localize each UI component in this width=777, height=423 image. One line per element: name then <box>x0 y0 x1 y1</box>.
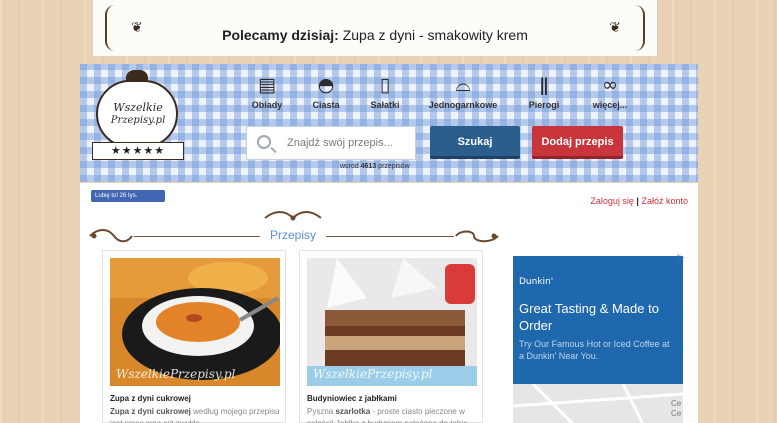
category-label: Jednogarnkowe <box>428 100 498 110</box>
recipe-count-number: 4613 <box>360 163 377 170</box>
photo-watermark: WszelkiePrzepisy.pl <box>313 367 433 381</box>
category-jednogarnkowe[interactable]: ⌓ Jednogarnkowe <box>425 74 501 110</box>
map-label: Ce <box>671 399 682 408</box>
ad-subtext: Try Our Famous Hot or Iced Coffee at a D… <box>519 339 670 361</box>
oven-icon: ▤ <box>258 74 276 96</box>
recipe-desc: Pyszna szarlotka - proste ciasto pieczon… <box>307 406 477 423</box>
ad-choices-icon[interactable]: ▷ <box>676 252 686 262</box>
recipe-photo[interactable]: WszelkiePrzepisy.pl <box>110 258 280 386</box>
recipe-card[interactable]: WszelkiePrzepisy.pl Budyniowiec z jabłka… <box>299 250 483 423</box>
category-wiecej[interactable]: ∞ więcej... <box>572 74 648 110</box>
recommend-text: Polecamy dzisiaj: Zupa z dyni - smakowit… <box>93 27 657 43</box>
ad-headline[interactable]: Great Tasting & Made to Order <box>519 300 677 334</box>
recipe-title[interactable]: Budyniowiec z jabłkami <box>307 394 397 403</box>
recipe-desc-bold: Zupa z dyni cukrowej <box>110 407 191 416</box>
map-roads: Ce Ce <box>513 382 683 423</box>
recipe-desc-bold: szarlotka <box>335 407 371 416</box>
ad-map[interactable]: Ce Ce <box>513 382 683 423</box>
category-pierogi[interactable]: ǁ Pierogi <box>506 74 582 110</box>
search-input[interactable] <box>287 133 411 153</box>
logo-line1: Wszelkie <box>113 101 163 114</box>
ad-brand: Dunkin' <box>519 277 554 287</box>
recipe-title[interactable]: Zupa z dyni cukrowej <box>110 394 191 403</box>
site-logo[interactable]: Wszelkie Przepisy.pl ★★★★★ <box>90 70 186 166</box>
recipe-desc: Zupa z dyni cukrowej według mojego przep… <box>110 406 280 423</box>
login-link[interactable]: Zaloguj się <box>590 196 634 206</box>
register-link[interactable]: Załóż konto <box>641 196 688 206</box>
recipe-photo[interactable]: WszelkiePrzepisy.pl <box>307 258 477 386</box>
auth-separator: | <box>636 196 639 206</box>
photo-watermark: WszelkiePrzepisy.pl <box>116 367 236 381</box>
category-label: Pierogi <box>528 100 560 110</box>
recommend-recipe-link[interactable]: Zupa z dyni - smakowity krem <box>343 27 528 43</box>
facebook-like-button[interactable]: Lubię to! 26 tys. <box>91 190 165 202</box>
search-icon <box>257 135 271 149</box>
logo-badge <box>96 80 178 148</box>
bicycle-icon: ∞ <box>602 74 618 96</box>
map-label: Ce <box>671 409 682 418</box>
facebook-like-label: Lubię to! 26 tys. <box>95 193 138 199</box>
category-label: Sałatki <box>370 100 400 110</box>
section-divider-right <box>326 236 454 237</box>
left-scroll-ornament-icon <box>89 229 133 243</box>
logo-line2: Przepisy.pl <box>110 115 166 126</box>
add-recipe-button[interactable]: Dodaj przepis <box>532 126 623 159</box>
section-title: Przepisy <box>269 228 316 242</box>
recommend-bar: ❦ ❦ Polecamy dzisiaj: Zupa z dyni - smak… <box>92 0 658 56</box>
pumpkin-soup-image: WszelkiePrzepisy.pl <box>110 258 280 386</box>
recommend-label: Polecamy dzisiaj: <box>222 27 339 43</box>
right-scroll-ornament-icon <box>455 230 499 243</box>
bread-icon: ▯ <box>379 74 391 96</box>
logo-stars: ★★★★★ <box>92 142 184 160</box>
category-label: więcej... <box>592 100 628 110</box>
top-scroll-ornament-icon <box>264 211 322 221</box>
dish-cover-icon: ⌓ <box>455 74 471 96</box>
recipe-count: wsrod 4613 przepisów <box>340 163 410 170</box>
apple-cake-image: WszelkiePrzepisy.pl <box>307 258 477 386</box>
category-salatki[interactable]: ▯ Sałatki <box>347 74 423 110</box>
recipe-card[interactable]: WszelkiePrzepisy.pl Zupa z dyni cukrowej… <box>102 250 286 423</box>
dunkin-ad[interactable]: Dunkin' Great Tasting & Made to Order Tr… <box>513 256 683 423</box>
fork-knife-icon: ǁ <box>539 74 549 96</box>
search-button[interactable]: Szukaj <box>430 126 520 159</box>
cupcake-icon: ◓ <box>317 74 335 96</box>
recipe-count-prefix: wsrod <box>340 163 359 170</box>
auth-links: Zaloguj się | Załóż konto <box>590 196 688 206</box>
section-divider-left <box>134 236 260 237</box>
recipe-desc-prefix: Pyszna <box>307 407 334 416</box>
search-box <box>246 126 416 160</box>
recipe-count-suffix: przepisów <box>378 163 410 170</box>
